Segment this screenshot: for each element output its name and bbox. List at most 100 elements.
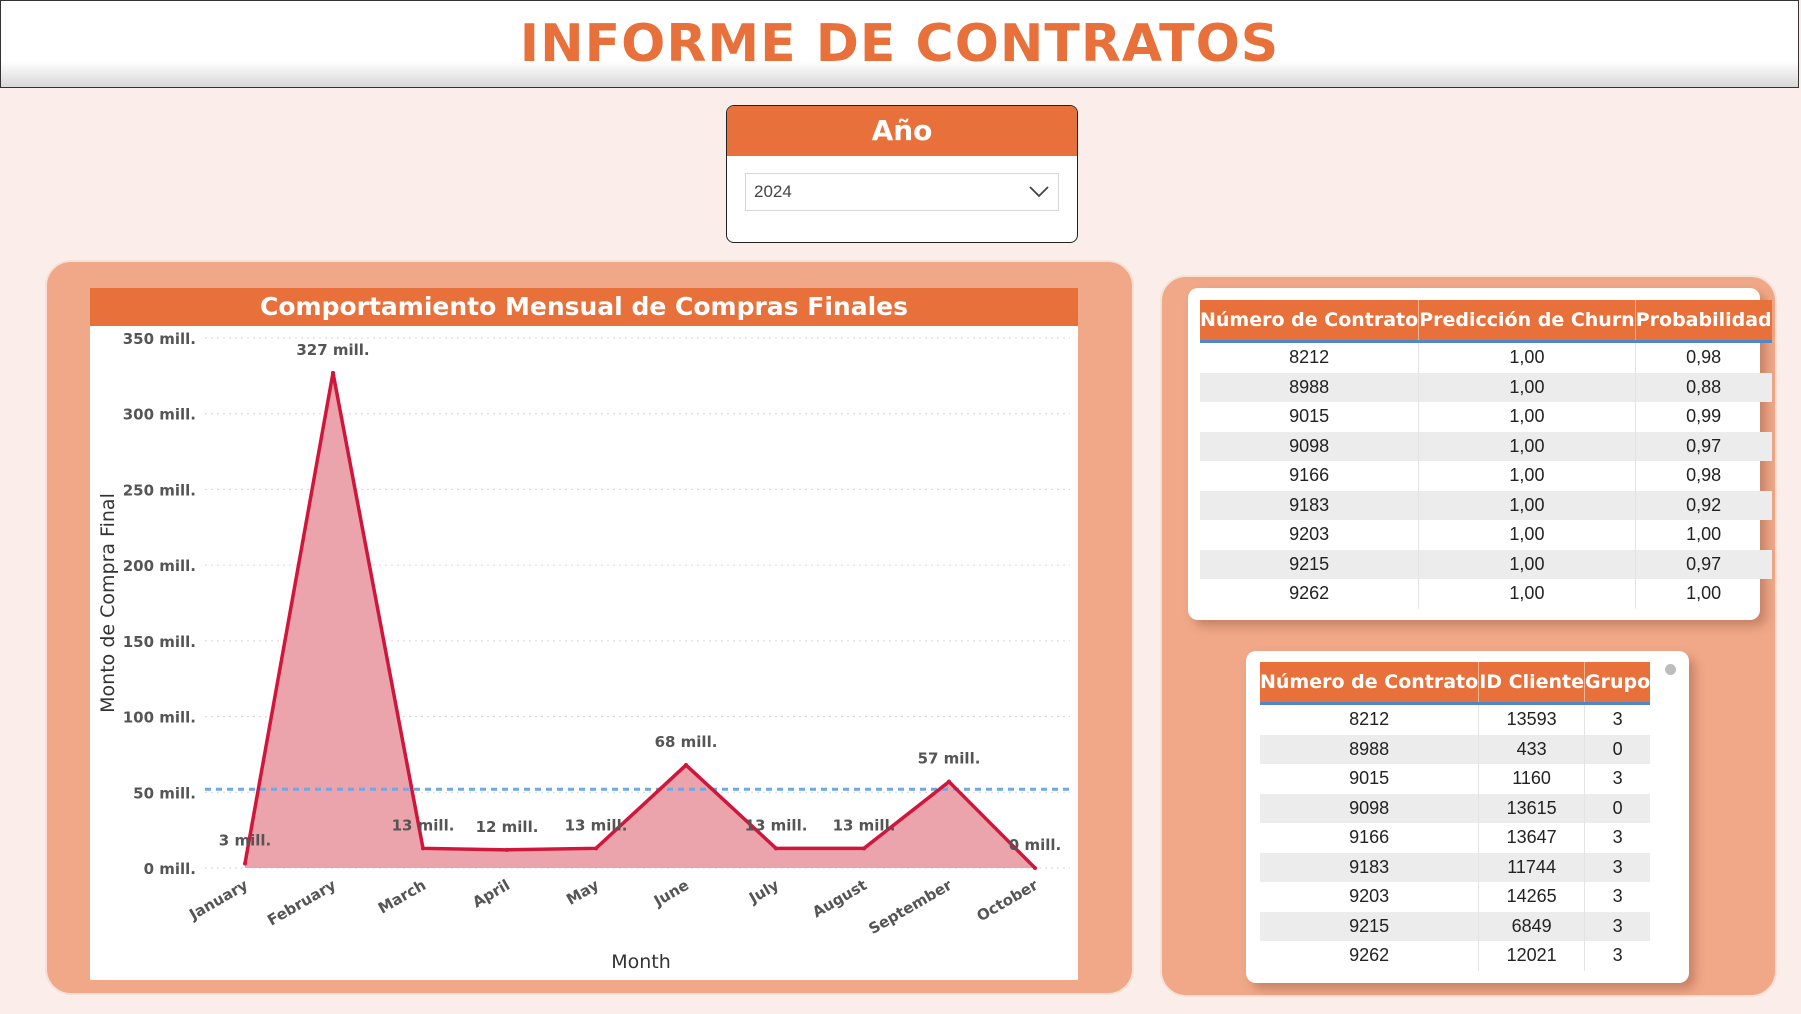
table-cell: 1,00 [1418, 341, 1636, 373]
table-row[interactable]: 9098 1,00 0,97 [1200, 431, 1772, 461]
table-cell: 0,98 [1686, 347, 1722, 368]
table-cell: 6849 [1478, 911, 1585, 941]
x-tick-label: August [809, 876, 870, 921]
table-header-row: Número de Contrato ID Cliente Grupo [1260, 662, 1651, 705]
table-cell: 14265 [1478, 882, 1585, 912]
table-cell: 9166 [1200, 461, 1420, 491]
table-row[interactable]: 9015 1,00 0,99 [1200, 402, 1772, 432]
table-cell: 8212 [1260, 703, 1480, 735]
table-cell: 3 [1612, 827, 1623, 848]
year-slicer: Año 2024 [726, 105, 1078, 243]
column-header[interactable]: Número de Contrato [1260, 662, 1480, 705]
table-row[interactable]: 8988 1,00 0,88 [1200, 372, 1772, 402]
x-tick-label: June [650, 876, 692, 911]
table-cell: 0,97 [1635, 549, 1772, 579]
table-row[interactable]: 9098 13615 0 [1260, 793, 1651, 823]
table-row[interactable]: 9203 14265 3 [1260, 882, 1650, 912]
table-cell: 1,00 [1418, 402, 1636, 432]
x-tick-label: February [264, 876, 339, 930]
table-cell: 3 [1584, 852, 1651, 882]
y-tick-label: 100 mill. [123, 709, 196, 727]
table-cell: 9183 [1260, 852, 1480, 882]
table-row[interactable]: 8212 1,00 0,98 [1200, 341, 1772, 373]
area-fill [245, 372, 1035, 868]
y-tick-label: 350 mill. [123, 330, 196, 348]
data-label: 327 mill. [296, 341, 369, 359]
table-cell: 8988 [1200, 372, 1420, 402]
table-row[interactable]: 9215 6849 3 [1260, 911, 1651, 941]
table-cell: 0,92 [1635, 490, 1772, 520]
table-cell: 1,00 [1418, 490, 1636, 520]
data-label: 57 mill. [918, 750, 981, 768]
table-cell: 1,00 [1418, 579, 1636, 609]
churn-table-card[interactable]: Número de Contrato Predicción de Churn Pro… [1188, 288, 1772, 620]
table-row[interactable]: 9262 1,00 1,00 [1200, 579, 1772, 609]
table-cell: 0,97 [1635, 431, 1772, 461]
data-point [684, 763, 688, 768]
table-cell: 1160 [1478, 764, 1585, 794]
table-cell: 9203 [1260, 882, 1480, 912]
table-cell: 9183 [1200, 490, 1420, 520]
table-cell: 3 [1612, 886, 1623, 907]
table-cell: 9215 [1260, 911, 1480, 941]
data-point [1033, 866, 1037, 870]
table-cell: 9262 [1200, 579, 1420, 609]
x-axis-title: Month [611, 951, 671, 973]
table-row[interactable]: 9166 13647 3 [1260, 823, 1650, 853]
chart-card[interactable]: Comportamiento Mensual de Compras Finale… [90, 288, 1078, 980]
data-label: 13 mill. [833, 816, 896, 834]
data-point [421, 846, 425, 851]
report-header: INFORME DE CONTRATOS [0, 0, 1799, 88]
table-cell: 9215 [1200, 549, 1420, 579]
table-row[interactable]: 9183 11744 3 [1260, 852, 1651, 882]
table-cell: 9098 [1260, 793, 1480, 823]
table-cell: 3 [1612, 709, 1623, 730]
churn-table: Número de Contrato Predicción de Churn Pro… [1200, 300, 1772, 609]
area-chart: 0 mill. 50 mill. 100 mill. 150 mill. 200 mil… [97, 330, 1070, 973]
more-options-icon[interactable] [1665, 664, 1676, 675]
year-selected-value: 2024 [754, 182, 792, 201]
data-point [243, 861, 247, 866]
table-row[interactable]: 9215 1,00 0,97 [1200, 549, 1772, 579]
table-cell: 9166 [1260, 823, 1480, 853]
x-tick-label: May [563, 876, 602, 909]
y-tick-label: 200 mill. [123, 557, 196, 575]
table-cell: 1,00 [1686, 583, 1722, 604]
table-row[interactable]: 8988 433 0 [1260, 734, 1651, 764]
column-header[interactable]: Grupo [1584, 662, 1651, 705]
grupos-table-card[interactable]: Número de Contrato ID Cliente Grupo 8212 13… [1246, 651, 1689, 983]
x-tick-label: January [185, 876, 251, 924]
table-cell: 9203 [1200, 520, 1420, 550]
table-row[interactable]: 9183 1,00 0,92 [1200, 490, 1772, 520]
chevron-down-icon [1029, 186, 1049, 198]
table-cell: 9262 [1260, 941, 1480, 971]
data-label: 13 mill. [392, 816, 455, 834]
column-header[interactable]: ID Cliente [1478, 662, 1585, 705]
table-cell: 1,00 [1686, 524, 1722, 545]
data-point [505, 847, 509, 852]
data-label: 3 mill. [219, 831, 271, 849]
column-header[interactable]: Predicción de Churn [1418, 300, 1636, 343]
table-cell: 0 [1584, 734, 1651, 764]
column-header[interactable]: Número de Contrato [1200, 300, 1420, 343]
table-cell: 3 [1612, 945, 1623, 966]
table-cell: 11744 [1478, 852, 1585, 882]
table-cell: 0,98 [1686, 465, 1722, 486]
table-row[interactable]: 9015 1160 3 [1260, 764, 1650, 794]
table-row[interactable]: 9203 1,00 1,00 [1200, 520, 1772, 550]
table-row[interactable]: 9166 1,00 0,98 [1200, 461, 1772, 491]
table-row[interactable]: 9262 12021 3 [1260, 941, 1650, 971]
report-title: INFORME DE CONTRATOS [519, 14, 1280, 74]
table-cell: 13593 [1478, 703, 1585, 735]
y-tick-label: 250 mill. [123, 481, 196, 499]
table-cell: 8988 [1260, 734, 1480, 764]
y-tick-label: 50 mill. [133, 784, 196, 802]
year-dropdown[interactable]: 2024 [745, 173, 1059, 211]
column-header[interactable]: Probabilidad [1635, 300, 1772, 343]
table-cell: 13647 [1478, 823, 1585, 853]
table-cell: 9015 [1260, 764, 1480, 794]
data-point [774, 846, 778, 851]
y-tick-label: 300 mill. [123, 406, 196, 424]
data-label: 12 mill. [476, 818, 539, 836]
table-row[interactable]: 8212 13593 3 [1260, 703, 1650, 735]
